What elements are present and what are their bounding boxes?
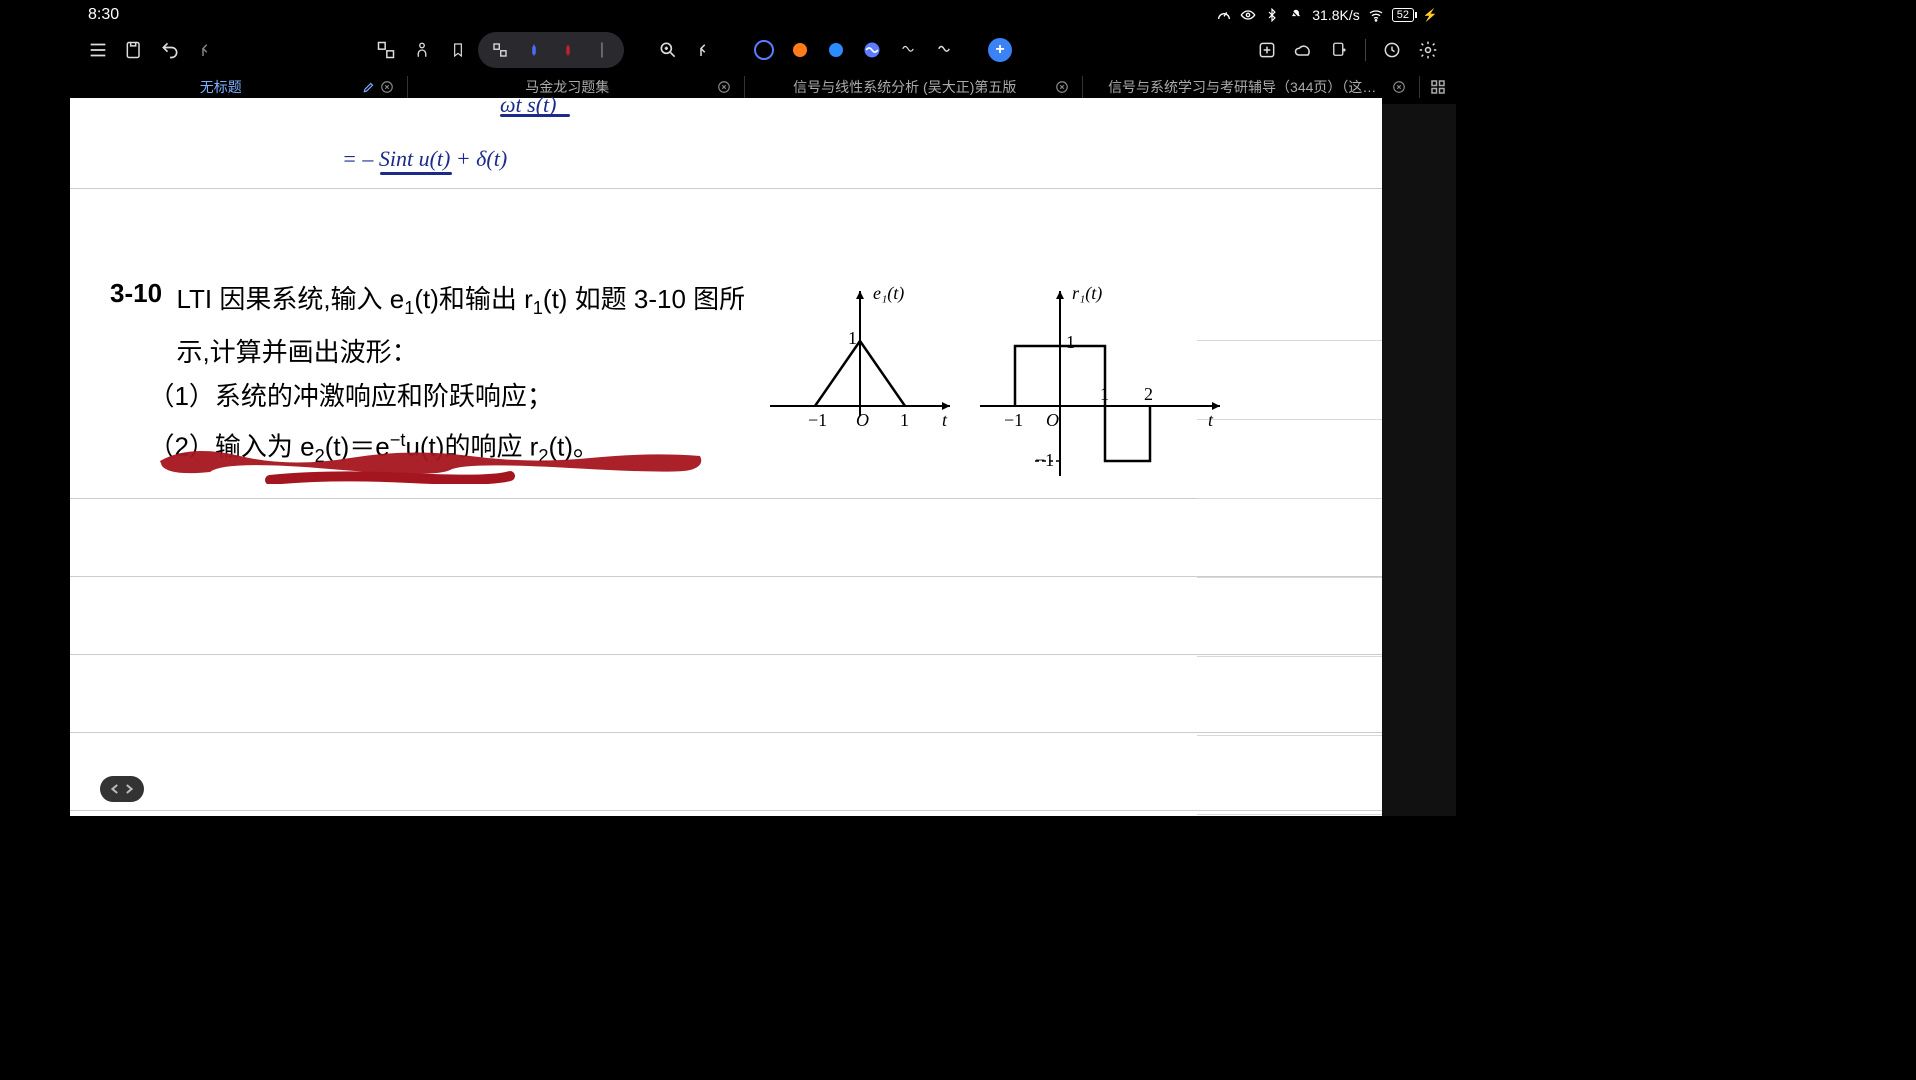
speed-icon [1216,7,1232,23]
bluetooth-icon [1264,7,1280,23]
close-icon[interactable] [1053,78,1071,96]
red-highlight-stroke [150,436,710,484]
battery-indicator: 52 [1392,8,1414,22]
all-tabs-button[interactable] [1420,70,1456,104]
handwriting-main: = – Sint u(t) + δ(t) [342,146,507,172]
hollow-circle-swatch[interactable] [748,34,780,66]
svg-text:2: 2 [1144,384,1153,404]
wave-1-swatch[interactable] [892,34,924,66]
blue-swatch[interactable] [820,34,852,66]
charging-icon: ⚡ [1422,7,1438,23]
problem-number: 3-10 [110,278,172,309]
handwriting-underline-2 [380,172,452,175]
add-page-button[interactable] [1251,34,1283,66]
page-nav-pill[interactable] [100,776,144,802]
menu-button[interactable] [82,34,114,66]
status-time: 8:30 [88,6,119,24]
read-tool[interactable] [406,34,438,66]
note-page[interactable]: ωt s(t) = – Sint u(t) + δ(t) 3-10 LTI 因果… [70,98,1382,816]
lasso-tool[interactable] [484,34,516,66]
save-button[interactable] [118,34,150,66]
close-icon[interactable] [1390,78,1408,96]
status-netspeed: 31.8K/s [1312,7,1359,23]
search-zoom-tool[interactable] [652,34,684,66]
pen-tool-group: | [478,32,624,68]
svg-text:1: 1 [1066,332,1075,352]
mute-icon [1288,7,1304,23]
orange-swatch[interactable] [784,34,816,66]
redo-button[interactable] [190,34,222,66]
wave-fill-swatch[interactable] [856,34,888,66]
svg-text:−1: −1 [808,410,827,430]
highlighter-red-tool[interactable] [552,34,584,66]
svg-text:O: O [1046,410,1059,430]
divider-tool[interactable]: | [586,34,618,66]
svg-text:−1: −1 [1035,450,1054,470]
svg-text:1: 1 [900,410,909,430]
pencil-icon[interactable] [360,78,378,96]
problem-figures: e₁(t) 1 −1 O 1 t [760,276,1240,486]
status-bar: 8:30 31.8K/s 52 ⚡ [70,0,1456,30]
tab-label: 信号与线性系统分析 (吴大正)第五版 [757,77,1053,97]
settings-button[interactable] [1412,34,1444,66]
handwriting-underline-1 [500,114,570,117]
svg-text:O: O [856,410,869,430]
svg-text:1: 1 [1100,384,1109,404]
close-icon[interactable] [715,78,733,96]
back-tool[interactable] [688,34,720,66]
svg-text:1: 1 [848,328,857,348]
svg-text:−1: −1 [1004,410,1023,430]
cloud-button[interactable] [1287,34,1319,66]
history-button[interactable] [1376,34,1408,66]
bookmark-tool[interactable] [442,34,474,66]
close-icon[interactable] [378,78,396,96]
wifi-icon [1368,7,1384,23]
tab-label: 马金龙习题集 [420,77,716,97]
tab-label: 信号与系统学习与考研辅导（344页）（这… [1095,77,1391,97]
export-button[interactable] [1323,34,1355,66]
app-viewport: 8:30 31.8K/s 52 ⚡ [70,0,1456,816]
add-swatch-button[interactable]: + [988,38,1012,62]
undo-button[interactable] [154,34,186,66]
svg-text:r₁(t): r₁(t) [1072,283,1102,304]
svg-text:t: t [942,410,948,430]
pen-blue-tool[interactable] [518,34,550,66]
main-toolbar: | + [70,30,1456,70]
tab-label: 无标题 [82,77,360,97]
eye-icon [1240,7,1256,23]
canvas-area[interactable]: ωt s(t) = – Sint u(t) + δ(t) 3-10 LTI 因果… [70,104,1456,816]
wave-2-swatch[interactable] [928,34,960,66]
svg-text:e₁(t): e₁(t) [873,283,904,304]
shapes-tool[interactable] [370,34,402,66]
svg-text:t: t [1208,410,1214,430]
